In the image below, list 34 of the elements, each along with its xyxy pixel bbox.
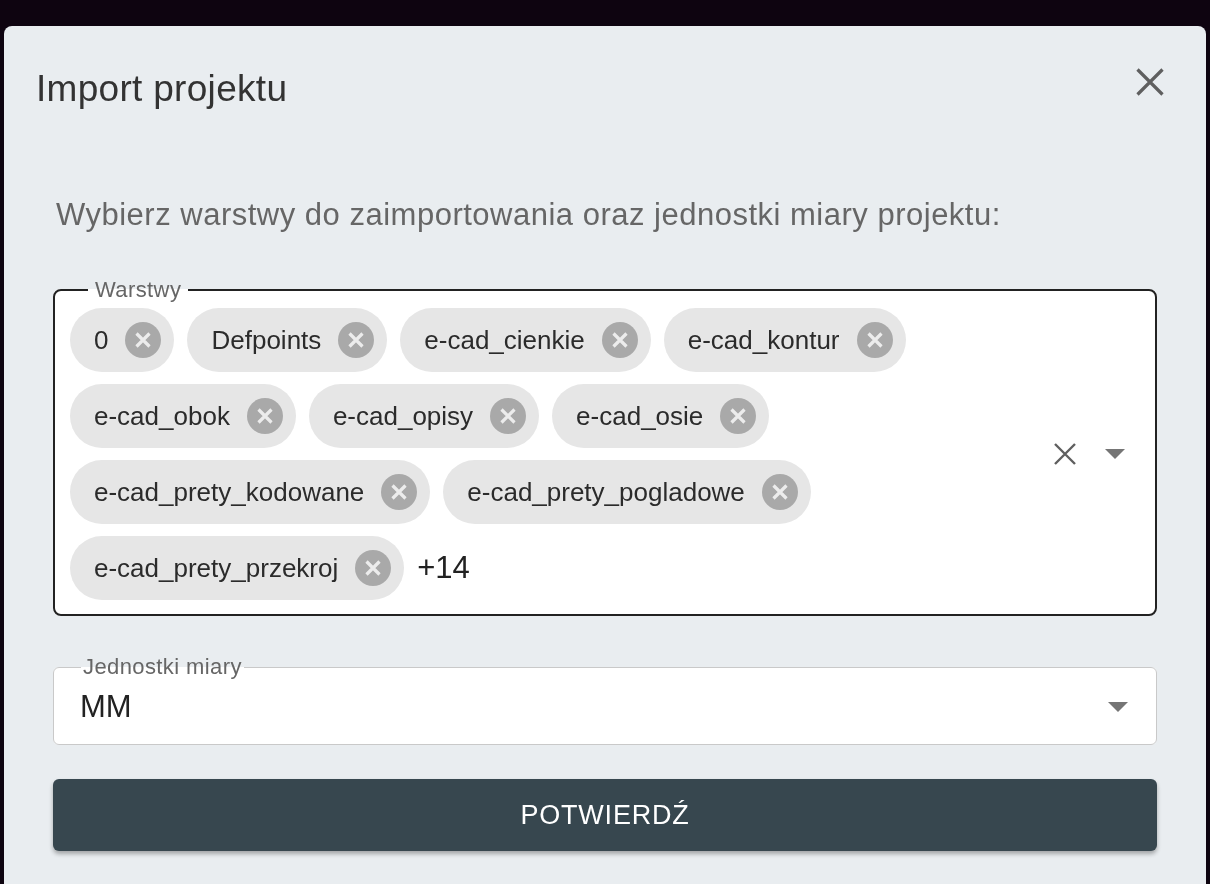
close-icon [1135, 67, 1165, 97]
remove-icon[interactable] [246, 398, 283, 434]
more-count: +14 [417, 550, 470, 586]
layer-chip[interactable]: e-cad_obok [70, 384, 296, 448]
confirm-button[interactable]: POTWIERDŹ [53, 779, 1157, 851]
layer-chip[interactable]: e-cad_prety_kodowane [70, 460, 431, 524]
remove-icon[interactable] [355, 550, 392, 586]
remove-icon[interactable] [125, 322, 162, 358]
remove-icon[interactable] [338, 322, 375, 358]
field-label: Warstwy [94, 278, 183, 302]
layer-chip[interactable]: e-cad_prety_pogladowe [443, 460, 811, 524]
close-button[interactable] [1135, 67, 1165, 97]
remove-icon[interactable] [761, 474, 798, 510]
instruction-text: Wybierz warstwy do zaimportowania oraz jednostki miary projektu: [56, 196, 1002, 234]
remove-icon[interactable] [490, 398, 527, 434]
units-select[interactable]: Jednostki miary MM [53, 655, 1157, 745]
layer-chip[interactable]: e-cad_opisy [308, 384, 540, 448]
remove-icon[interactable] [381, 474, 418, 510]
remove-icon[interactable] [601, 322, 638, 358]
field-label: Jednostki miary [82, 655, 243, 679]
layer-chip[interactable]: e-cad_prety_przekroj [70, 536, 405, 600]
layer-chip[interactable]: e-cad_kontur [663, 308, 906, 372]
layer-chip[interactable]: 0 [70, 308, 175, 372]
clear-icon [1053, 442, 1077, 466]
layer-chip[interactable]: e-cad_osie [552, 384, 770, 448]
dialog-title: Import projektu [36, 67, 288, 111]
caret-icon[interactable] [1108, 702, 1128, 712]
caret-icon[interactable] [1105, 449, 1125, 459]
remove-icon[interactable] [720, 398, 757, 434]
layer-chip[interactable]: e-cad_cienkie [400, 308, 651, 372]
select-value: MM [80, 688, 132, 726]
clear-button[interactable] [1053, 442, 1077, 466]
remove-icon[interactable] [856, 322, 893, 358]
layer-chip[interactable]: Defpoints [187, 308, 388, 372]
